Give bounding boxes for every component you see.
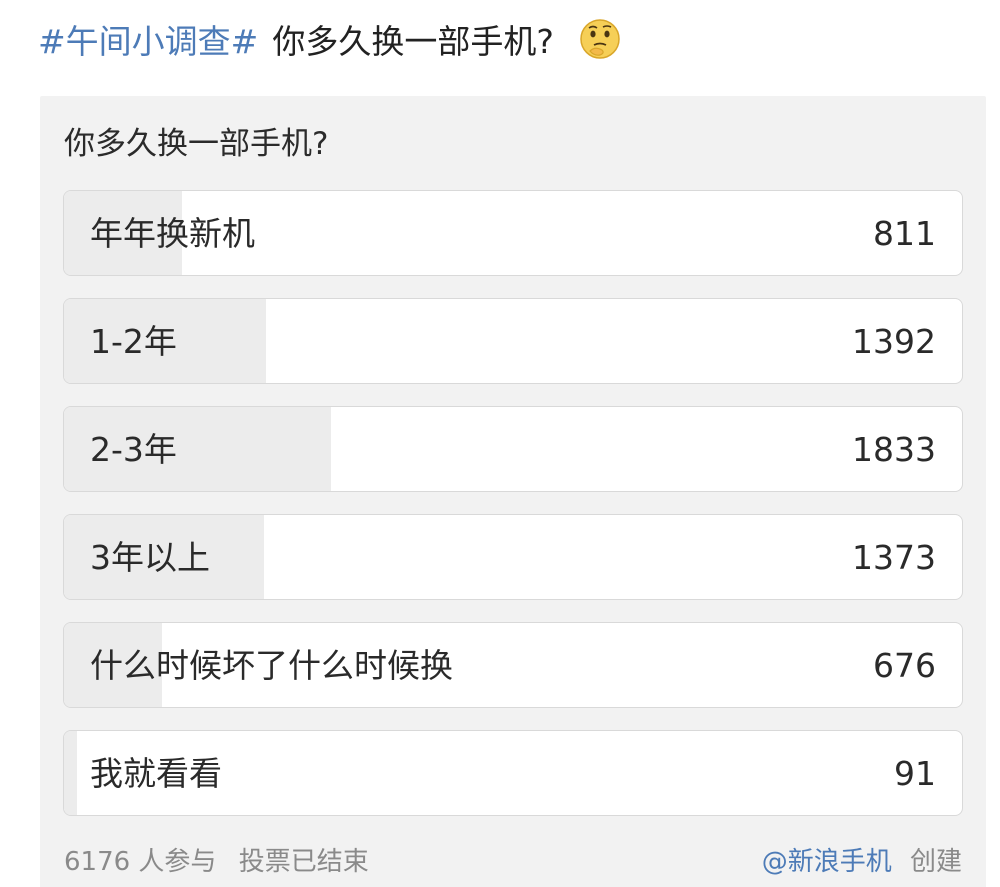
option-vote-count: 811 — [873, 214, 936, 253]
option-label: 什么时候坏了什么时候换 — [90, 646, 453, 685]
poll-option-1[interactable]: 年年换新机 811 — [63, 190, 963, 276]
poll-summary: 6176 人参与 投票已结束 — [64, 841, 369, 878]
thinking-face-icon — [578, 17, 622, 61]
creator-link[interactable]: @新浪手机 — [762, 847, 892, 877]
poll-question: 你多久换一部手机? — [64, 126, 329, 162]
created-label: 创建 — [909, 847, 962, 877]
poll-option-5[interactable]: 什么时候坏了什么时候换 676 — [63, 622, 963, 708]
participant-count: 6176 人参与 — [64, 847, 217, 877]
poll-card: 你多久换一部手机? 年年换新机 811 1-2年 1392 2-3年 1833 … — [40, 96, 986, 887]
option-label: 我就看看 — [90, 754, 222, 793]
poll-option-6[interactable]: 我就看看 91 — [63, 730, 963, 816]
option-vote-count: 1392 — [852, 322, 936, 361]
hashtag-link[interactable]: #午间小调查# — [38, 15, 258, 63]
option-label: 3年以上 — [90, 538, 210, 577]
poll-creator: @新浪手机 创建 — [762, 841, 962, 878]
option-label: 年年换新机 — [90, 214, 255, 253]
poll-footer: 6176 人参与 投票已结束 @新浪手机 创建 — [64, 841, 962, 877]
poll-option-4[interactable]: 3年以上 1373 — [63, 514, 963, 600]
poll-status: 投票已结束 — [238, 847, 369, 877]
option-vote-count: 676 — [873, 646, 936, 685]
poll-option-3[interactable]: 2-3年 1833 — [63, 406, 963, 492]
option-label: 1-2年 — [90, 322, 177, 361]
poll-option-2[interactable]: 1-2年 1392 — [63, 298, 963, 384]
option-vote-count: 1373 — [852, 538, 936, 577]
post-header: #午间小调查# 你多久换一部手机? — [38, 14, 622, 64]
option-vote-count: 91 — [894, 754, 936, 793]
option-vote-count: 1833 — [852, 430, 936, 469]
option-label: 2-3年 — [90, 430, 177, 469]
vote-share-bar — [64, 731, 78, 815]
post-title: 你多久换一部手机? — [272, 22, 554, 61]
